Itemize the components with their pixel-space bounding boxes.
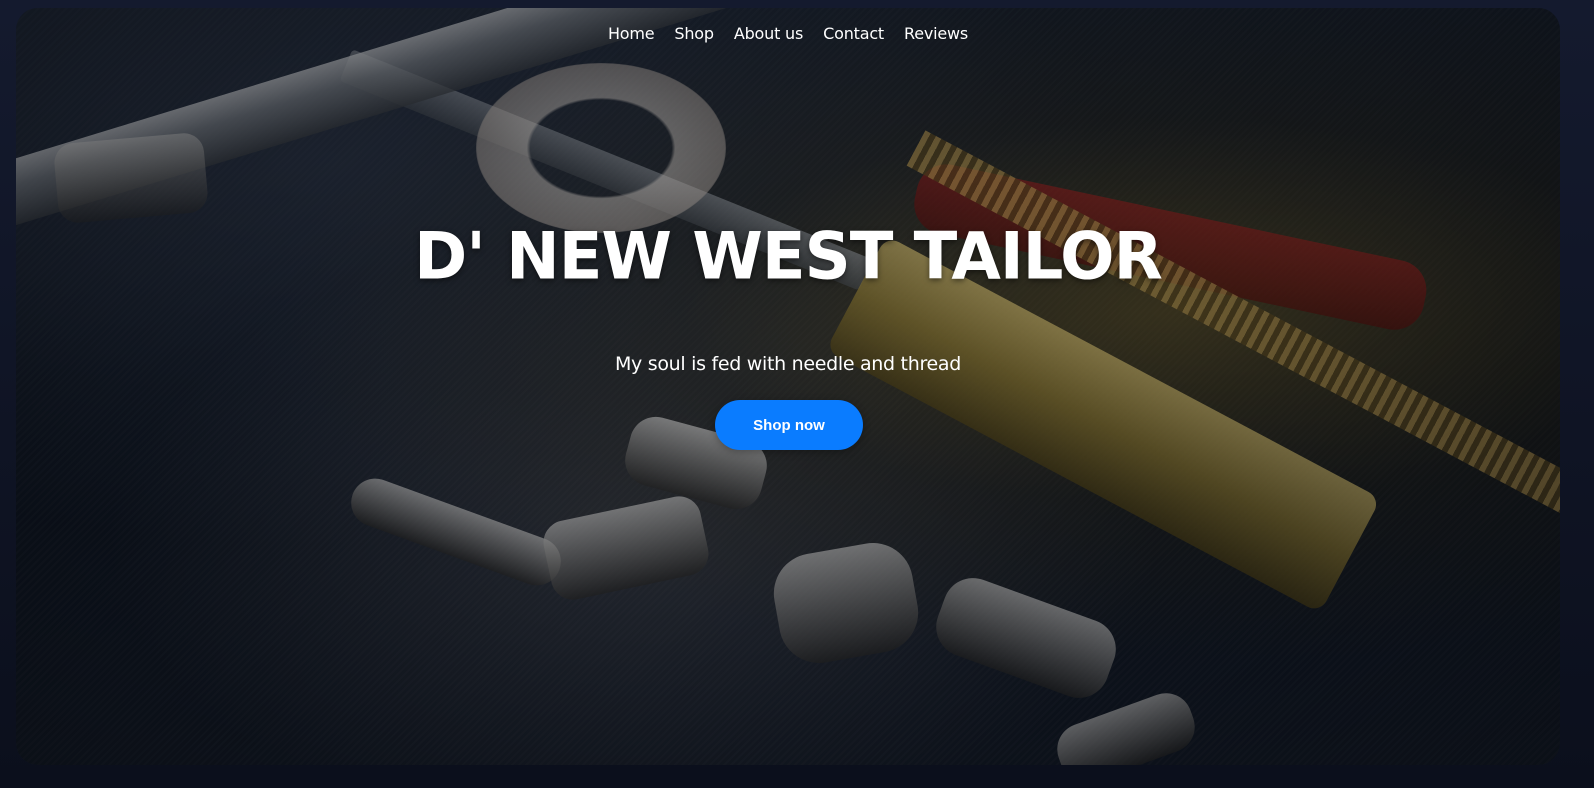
shop-now-button[interactable]: Shop now (715, 400, 863, 450)
nav-link-reviews[interactable]: Reviews (904, 24, 968, 43)
nav-link-home[interactable]: Home (608, 24, 655, 43)
nav-link-shop[interactable]: Shop (674, 24, 714, 43)
hero-title: D' NEW WEST TAILOR (414, 219, 1163, 295)
hero-tagline: My soul is fed with needle and thread (614, 353, 962, 375)
main-nav: Home Shop About us Contact Reviews (16, 24, 1560, 43)
nav-link-about[interactable]: About us (734, 24, 803, 43)
hero-dark-overlay (16, 8, 1560, 765)
hero-section: Home Shop About us Contact Reviews D' NE… (16, 8, 1560, 765)
page-frame: Home Shop About us Contact Reviews D' NE… (0, 0, 1594, 788)
nav-link-contact[interactable]: Contact (823, 24, 884, 43)
